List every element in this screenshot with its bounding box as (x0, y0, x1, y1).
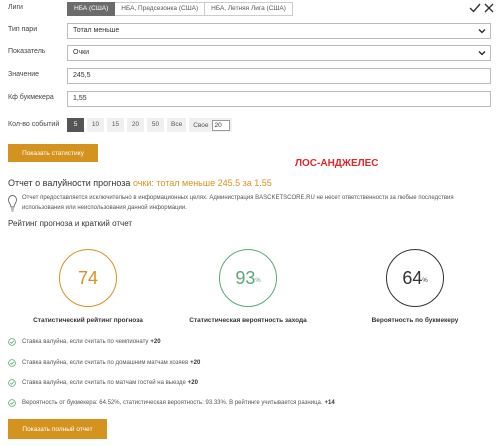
check-circle-icon (8, 338, 16, 346)
chevron-down-icon (478, 51, 486, 56)
events-label: Кол-во событий (8, 121, 60, 128)
pair-type-label: Тип пари (8, 26, 38, 33)
odds-input[interactable]: 1,55 (67, 91, 491, 107)
events-option-5[interactable]: 5 (67, 118, 84, 132)
report-title: Отчет о валуйности прогноза очки: тотал … (8, 178, 272, 188)
gauge-stat-probability: 93 % Статистическая вероятность захода (168, 249, 328, 324)
check-bonus: +20 (187, 380, 198, 386)
check-circle-icon (8, 359, 16, 367)
events-option-50[interactable]: 50 (147, 118, 164, 132)
events-option-10[interactable]: 10 (87, 118, 104, 132)
gauge-stat-rating: 74 Статистический рейтинг прогноза (8, 249, 168, 324)
events-own-input[interactable]: 20 (211, 119, 230, 131)
check-bonus: +20 (150, 339, 161, 345)
show-full-report-button[interactable]: Показать полный отчет (8, 419, 107, 439)
events-own[interactable]: Свое 20 (189, 118, 232, 132)
value-check-probability: Вероятность от букмекера: 64.52%, статис… (8, 397, 335, 409)
indicator-label: Показатель (8, 48, 46, 55)
tab-nba-summer-league[interactable]: НБА, Летняя Лига (США) (205, 2, 293, 16)
rating-title: Рейтинг прогноза и краткий отчет (8, 219, 133, 228)
info-icon (8, 195, 17, 212)
pair-type-value: Тотал меньше (73, 27, 120, 34)
check-circle-icon (8, 399, 16, 407)
odds-label: Кф букмекера (8, 94, 54, 101)
leagues-row: Лиги НБА (США) НБА, Предсезонка (США) НБ… (0, 2, 500, 18)
gauge-circle: 93 % (219, 249, 277, 307)
odds-row: Кф букмекера 1,55 (0, 91, 500, 107)
value-row: Значение 245,5 (0, 68, 500, 84)
check-text: Ставка валуйна, если считать по матчам г… (22, 380, 186, 386)
gauge-bookmaker-probability: 64 % Вероятность по букмекеру (335, 249, 495, 324)
disclaimer-text: Отчет предоставляется исключительно в ин… (22, 195, 454, 211)
gauge-value: 64 (402, 267, 423, 288)
odds-input-text: 1,55 (73, 95, 87, 102)
indicator-row: Показатель Очки (0, 45, 500, 61)
events-selector: 5 10 15 20 50 Все Свое 20 (67, 118, 232, 132)
check-icon[interactable] (469, 2, 481, 14)
value-label: Значение (8, 71, 40, 78)
gauge-label: Статистическая вероятность захода (189, 317, 307, 324)
value-input[interactable]: 245,5 (67, 68, 491, 84)
gauge-label: Вероятность по букмекеру (371, 317, 459, 324)
check-bonus: +14 (324, 400, 335, 406)
value-input-text: 245,5 (73, 72, 91, 79)
gauge-circle: 74 (59, 249, 117, 307)
show-stats-button[interactable]: Показать статистику (8, 144, 98, 162)
events-option-20[interactable]: 20 (127, 118, 144, 132)
tab-nba[interactable]: НБА (США) (67, 2, 116, 16)
gauge-circle: 64 % (386, 249, 444, 307)
top-icons (469, 2, 495, 14)
events-option-15[interactable]: 15 (107, 118, 124, 132)
tab-nba-preseason[interactable]: НБА, Предсезонка (США) (115, 2, 206, 16)
check-circle-icon (8, 379, 16, 387)
indicator-value: Очки (73, 49, 90, 56)
events-row: Кол-во событий 5 10 15 20 50 Все Свое 20 (0, 118, 500, 134)
close-icon[interactable] (483, 2, 495, 14)
indicator-select[interactable]: Очки (67, 45, 491, 61)
value-check-away: Ставка валуйна, если считать по матчам г… (8, 377, 198, 389)
team-name: ЛОС-АНДЖЕЛЕС (295, 158, 379, 169)
league-tabs: НБА (США) НБА, Предсезонка (США) НБА, Ле… (67, 2, 293, 16)
pair-type-row: Тип пари Тотал меньше (0, 23, 500, 39)
gauge-label: Статистический рейтинг прогноза (33, 317, 143, 324)
check-bonus: +20 (190, 360, 201, 366)
check-text: Ставка валуйна, если считать по домашним… (22, 360, 189, 366)
events-option-all[interactable]: Все (167, 118, 187, 132)
leagues-label: Лиги (8, 4, 23, 11)
gauge-value: 74 (77, 267, 99, 288)
check-text: Вероятность от букмекера: 64.52%, статис… (22, 400, 323, 406)
report-title-prefix: Отчет о валуйности прогноза (8, 178, 131, 188)
gauge-suffix: % (422, 278, 428, 284)
events-own-label: Свое (193, 121, 209, 129)
chevron-down-icon (478, 29, 486, 34)
pair-type-select[interactable]: Тотал меньше (67, 23, 491, 39)
gauge-value: 93 (235, 267, 256, 288)
value-check-home: Ставка валуйна, если считать по домашним… (8, 357, 200, 369)
value-check-championship: Ставка валуйна, если считать по чемпиона… (8, 336, 161, 348)
check-text: Ставка валуйна, если считать по чемпиона… (22, 339, 149, 345)
gauge-suffix: % (255, 278, 261, 284)
report-title-accent: очки: тотал меньше 245.5 за 1.55 (132, 178, 272, 188)
